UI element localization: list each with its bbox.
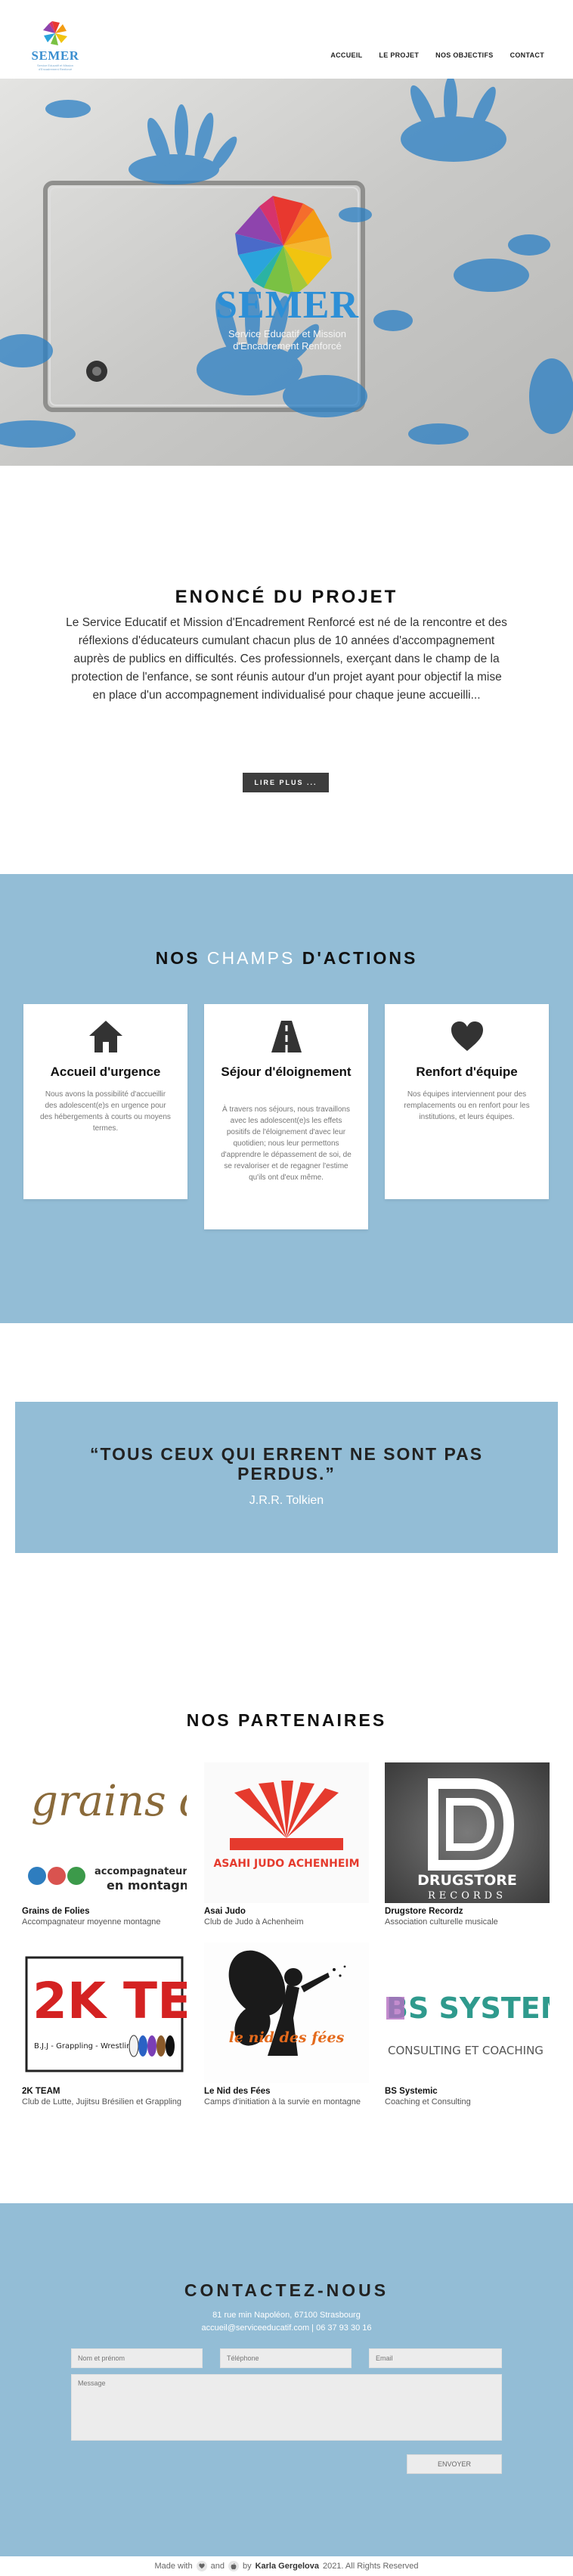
footer-and: and [210,2562,225,2571]
partner-name: Asai Judo [204,1907,246,1916]
partner-name: Grains de Folies [22,1907,90,1916]
quote-author: J.R.R. Tolkien [249,1494,324,1507]
svg-text:en montagne: en montagne [107,1878,187,1892]
svg-text:le nid des fées: le nid des fées [229,2029,345,2046]
partner-desc: Club de Lutte, Jujitsu Brésilien et Grap… [22,2097,181,2106]
nav-contact[interactable]: CONTACT [510,51,544,59]
partner-logo: BS SYSTEMIC CONSULTING ET COACHING [385,1942,550,2083]
hero-banner: SEMER Service Educatif et Mission d'Enca… [0,79,573,466]
project-title: ENONCÉ DU PROJET [175,587,398,607]
partner-card-2k-team[interactable]: 2K TEAM B.J.J - Grappling - Wrestling 2K… [22,1942,187,2106]
logo-text: SEMER [31,48,79,63]
card-text: Nos équipes interviennent pour des rempl… [404,1090,530,1121]
name-input[interactable] [71,2348,203,2368]
svg-text:2K TEAM: 2K TEAM [33,1972,187,2030]
send-button[interactable]: ENVOYER [407,2454,502,2474]
partner-desc: Camps d'initiation à la survie en montag… [204,2097,361,2106]
logo-subtitle: Service Educatif et Mission d'Encadremen… [36,64,74,71]
phone-input[interactable] [220,2348,352,2368]
project-text: Le Service Educatif et Mission d'Encadre… [66,616,507,702]
nav-le-projet[interactable]: LE PROJET [379,51,419,59]
partner-card-asai-judo[interactable]: ASAHI JUDO ACHENHEIM Asai Judo Club de J… [204,1762,369,1927]
actions-title-part-3: D'ACTIONS [302,948,418,968]
partner-name: 2K TEAM [22,2087,60,2096]
partner-desc: Association culturelle musicale [385,1917,498,1927]
site-logo[interactable]: SEMER Service Educatif et Mission d'Enca… [29,18,82,73]
partner-logo: le nid des fées [204,1942,369,2083]
partners-title: NOS PARTENAIRES [186,1710,387,1730]
partner-card-grains-de-folies[interactable]: grains de folies accompagnateurs en mont… [22,1762,187,1927]
card-title: Renfort d'équipe [416,1065,518,1079]
nav-nos-objectifs[interactable]: NOS OBJECTIFS [435,51,493,59]
partner-name: Le Nid des Fées [204,2087,271,2096]
quote-text: “TOUS CEUX QUI ERRENT NE SONT PAS PERDUS… [89,1444,484,1483]
svg-text:accompagnateurs: accompagnateurs [94,1866,187,1877]
quote-box: “TOUS CEUX QUI ERRENT NE SONT PAS PERDUS… [15,1402,558,1553]
email-input[interactable] [369,2348,502,2368]
message-textarea[interactable] [71,2374,502,2441]
partner-logo: ASAHI JUDO ACHENHEIM [204,1762,369,1903]
email-phone-line: accueil@serviceeducatif.com | 06 37 93 3… [201,2323,372,2333]
footer-by: by [242,2562,252,2571]
contact-address: 81 rue min Napoléon, 67100 Strasbourg ac… [0,2309,573,2335]
partner-desc: Club de Judo à Achenheim [204,1917,304,1927]
partner-logo: DRUGSTORE RECORDS [385,1762,550,1903]
actions-title-part-2: CHAMPS [206,948,296,968]
project-section: ENONCÉ DU PROJET Le Service Educatif et … [0,466,573,874]
partner-logo: grains de folies accompagnateurs en mont… [22,1762,187,1903]
partners-section: NOS PARTENAIRES grains de folies accompa… [0,1701,573,2203]
action-card-accueil: Accueil d'urgence Nous avons la possibil… [23,1004,187,1199]
footer-made-with: Made with [154,2562,193,2571]
partner-desc: Coaching et Consulting [385,2097,471,2106]
action-card-sejour: Séjour d'éloignement À travers nos séjou… [204,1004,368,1229]
svg-text:CONSULTING ET COACHING: CONSULTING ET COACHING [388,2044,544,2057]
svg-text:grains de folies: grains de folies [31,1777,187,1826]
actions-section: NOS CHAMPS D'ACTIONS Accueil d'urgence N… [0,874,573,1323]
quote-section: “TOUS CEUX QUI ERRENT NE SONT PAS PERDUS… [0,1323,573,1701]
navbar: SEMER Service Educatif et Mission d'Enca… [0,0,573,79]
partner-name: BS Systemic [385,2087,438,2096]
heart-icon [196,2561,207,2571]
card-title: Séjour d'éloignement [221,1065,352,1079]
contact-title: CONTACTEZ-NOUS [184,2280,389,2300]
heart-icon [451,1021,483,1051]
read-more-button[interactable]: LIRE PLUS ... [243,773,329,792]
svg-text:B.J.J - Grappling - Wrestling: B.J.J - Grappling - Wrestling [34,2042,136,2051]
footer-rights: 2021. All Rights Reserved [322,2562,419,2571]
partner-name: Drugstore Recordz [385,1907,463,1916]
contact-section: CONTACTEZ-NOUS 81 rue min Napoléon, 6710… [0,2203,573,2556]
action-card-renfort: Renfort d'équipe Nos équipes intervienne… [385,1004,549,1199]
card-text: Nous avons la possibilité d'accueillir d… [40,1090,171,1133]
home-icon [88,1021,122,1052]
card-text: À travers nos séjours, nous travaillons … [221,1105,352,1182]
partner-card-drugstore-recordz[interactable]: DRUGSTORE RECORDS Drugstore Recordz Asso… [385,1762,550,1927]
hero-subtitle: Service Educatif et Mission d'Encadremen… [228,328,347,352]
apple-icon [228,2561,239,2571]
partner-card-nid-des-fees[interactable]: le nid des fées Le Nid des Fées Camps d'… [204,1942,369,2106]
address-line: 81 rue min Napoléon, 67100 Strasbourg [212,2311,361,2320]
footer-author[interactable]: Karla Gergelova [256,2562,319,2571]
partner-card-bs-systemic[interactable]: BS SYSTEMIC CONSULTING ET COACHING BS Sy… [385,1942,550,2106]
svg-text:ASAHI JUDO ACHENHEIM: ASAHI JUDO ACHENHEIM [213,1858,359,1870]
card-title: Accueil d'urgence [50,1065,161,1079]
svg-text:RECORDS: RECORDS [428,1890,506,1902]
footer: Made with and by Karla Gergelova 2021. A… [0,2556,573,2576]
main-nav: ACCUEIL LE PROJET NOS OBJECTIFS CONTACT [330,51,544,59]
nav-accueil[interactable]: ACCUEIL [330,51,362,59]
partner-logo: 2K TEAM B.J.J - Grappling - Wrestling [22,1942,187,2083]
actions-title-part-1: NOS [155,948,200,968]
partner-desc: Accompagnateur moyenne montagne [22,1917,161,1927]
hero-title: SEMER [215,284,359,327]
pinwheel-logo-icon [43,21,67,45]
svg-text:DRUGSTORE: DRUGSTORE [417,1872,517,1889]
actions-title: NOS CHAMPS D'ACTIONS [0,948,573,969]
svg-text:BS SYSTEMIC: BS SYSTEMIC [386,1992,550,2025]
road-icon [271,1021,302,1052]
